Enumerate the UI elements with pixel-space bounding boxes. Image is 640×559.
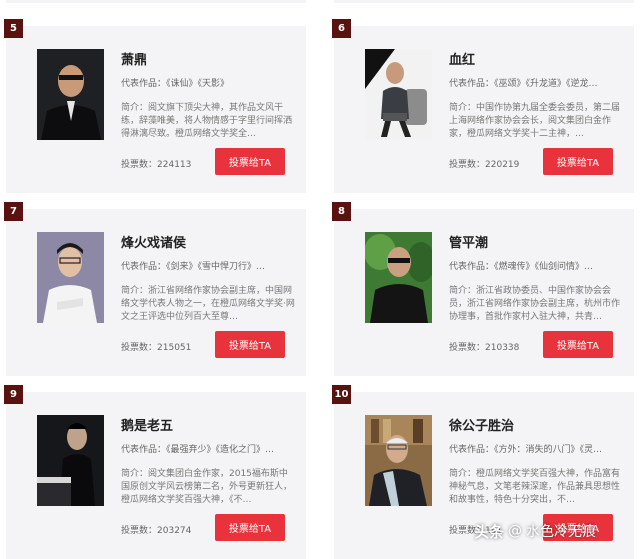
watermark: 头条 @ 水色冷无痕 xyxy=(474,517,630,545)
vote-button[interactable]: 投票给TA xyxy=(543,148,613,175)
representative-works: 代表作品：《剑来》《雪中悍刀行》… xyxy=(121,262,266,272)
vote-count: 投票数：203274 xyxy=(121,523,191,536)
votes-value: 210338 xyxy=(485,343,520,353)
watermark-account: 水色冷无痕 xyxy=(526,524,597,540)
rank-badge: 10 xyxy=(332,385,351,404)
author-intro: 简介：浙江省政协委员、中国作家协会会员，浙江省网络作家协会副主席，杭州市作协理事… xyxy=(449,286,621,322)
author-name: 管平潮 xyxy=(449,236,489,251)
votes-prefix: 投票数： xyxy=(449,160,486,170)
votes-value: 203274 xyxy=(157,526,192,536)
author-name: 徐公子胜治 xyxy=(449,419,515,434)
vote-button[interactable]: 投票给TA xyxy=(215,331,285,358)
author-intro: 简介：阅文旗下顶尖大神，其作品文风干练，辞藻唯美，将人物情感于字里行间挥洒得淋漓… xyxy=(121,103,293,139)
author-intro: 简介：浙江省网络作家协会副主席，中国网络文学代表人物之一，在橙瓜网络文学奖·网文… xyxy=(121,286,295,322)
votes-value: 220219 xyxy=(485,160,520,170)
author-photo xyxy=(37,49,104,140)
author-card: 6 血红 代表作品：《巫颂》《升龙道》《逆龙… 简介：中国作协第九届全委会委员，… xyxy=(332,19,634,193)
votes-prefix: 投票数： xyxy=(121,343,158,353)
representative-works: 代表作品：《诛仙》《天影》 xyxy=(121,79,230,89)
author-photo xyxy=(37,232,104,323)
author-card: 8 管平潮 代表作品：《燃魂传》《仙剑问情》… 简介：浙江省政协委员、中国作家协… xyxy=(332,202,634,376)
rank-badge: 7 xyxy=(4,202,23,221)
author-card: 9 鹅是老五 代表作品：《最强弃少》《造化之门》… 简介：阅文集团白金作家，20… xyxy=(4,385,306,559)
author-intro: 简介：阅文集团白金作家，2015福布斯中国原创文学风云榜第二名，外号更新狂人，橙… xyxy=(121,469,293,505)
author-name: 烽火戏诸侯 xyxy=(121,236,187,251)
watermark-at: @ xyxy=(508,523,523,539)
vote-button[interactable]: 投票给TA xyxy=(543,331,613,358)
votes-value: 215051 xyxy=(157,343,192,353)
author-photo xyxy=(365,415,432,506)
author-intro: 简介：中国作协第九届全委会委员，第二届上海网络作家协会会长，阅文集团白金作家，橙… xyxy=(449,103,621,139)
representative-works: 代表作品：《燃魂传》《仙剑问情》… xyxy=(449,262,594,272)
author-card: 5 萧鼎 代表作品：《诛仙》《天影》 简介：阅文旗下顶尖大神，其作品文风干练，辞… xyxy=(4,19,306,193)
author-photo xyxy=(365,49,432,140)
representative-works: 代表作品：《巫颂》《升龙道》《逆龙… xyxy=(449,79,598,89)
vote-count: 投票数：210338 xyxy=(449,340,519,353)
representative-works: 代表作品：《方外：消失的八门》《灵… xyxy=(449,445,603,455)
representative-works: 代表作品：《最强弃少》《造化之门》… xyxy=(121,445,275,455)
author-photo xyxy=(365,232,432,323)
author-card: 7 烽火戏诸侯 代表作品：《剑来》《雪中悍刀行》… 简介：浙江省网络作家协会副主… xyxy=(4,202,306,376)
rank-badge: 6 xyxy=(332,19,351,38)
votes-prefix: 投票数： xyxy=(121,526,158,536)
rank-badge: 9 xyxy=(4,385,23,404)
votes-value: 224113 xyxy=(157,160,192,170)
card-remnant xyxy=(334,0,634,3)
votes-prefix: 投票数： xyxy=(449,343,486,353)
rank-badge: 5 xyxy=(4,19,23,38)
votes-prefix: 投票数： xyxy=(121,160,158,170)
watermark-logo: 头条 xyxy=(474,522,505,541)
vote-count: 投票数：224113 xyxy=(121,157,191,170)
author-name: 萧鼎 xyxy=(121,53,148,68)
rank-badge: 8 xyxy=(332,202,351,221)
vote-button[interactable]: 投票给TA xyxy=(215,514,285,541)
author-intro: 简介：橙瓜网络文学奖百强大神，作品富有神秘气息，文笔老辣深邃，作品兼具思想性和故… xyxy=(449,469,621,505)
vote-count: 投票数：215051 xyxy=(121,340,191,353)
author-photo xyxy=(37,415,104,506)
card-remnant xyxy=(6,0,306,3)
vote-count: 投票数：220219 xyxy=(449,157,519,170)
vote-button[interactable]: 投票给TA xyxy=(215,148,285,175)
author-name: 血红 xyxy=(449,53,476,68)
author-name: 鹅是老五 xyxy=(121,419,174,434)
